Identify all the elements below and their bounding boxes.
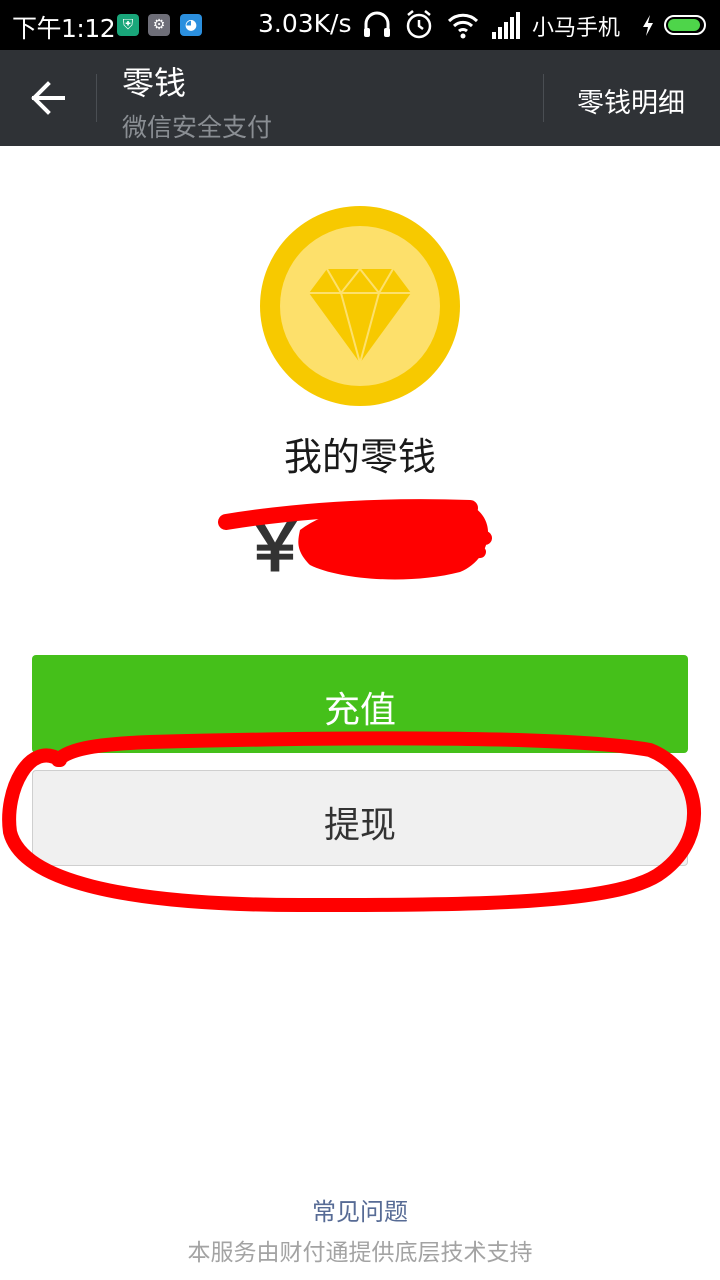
withdraw-button[interactable]: 提现: [32, 770, 688, 866]
back-button[interactable]: [0, 50, 96, 146]
battery-icon: [664, 15, 706, 35]
headset-icon: [364, 11, 390, 37]
carrier-name: 小马手机: [532, 16, 621, 41]
status-bar: 下午1:12 ⛨ ⚙ ◕ 3.03K/s 小马手机: [0, 0, 720, 50]
shield-app-icon: ⛨: [117, 14, 139, 36]
wallet-heading: 我的零钱: [283, 435, 436, 479]
balance-amount: ￥: [240, 490, 310, 591]
action-bar-divider: [543, 74, 544, 122]
status-time: 下午1:12: [12, 14, 116, 43]
currency-symbol: ￥: [240, 505, 310, 587]
usb-debug-icon: ⚙: [148, 14, 170, 36]
recharge-button[interactable]: 充值: [32, 655, 688, 753]
action-bar: 零钱 微信安全支付 零钱明细: [0, 50, 720, 146]
annotation-overlay: [2, 499, 702, 913]
wifi-icon: [447, 13, 479, 39]
change-details-button[interactable]: 零钱明细: [545, 50, 720, 146]
page-subtitle: 微信安全支付: [122, 113, 273, 142]
back-arrow-icon: [31, 81, 65, 115]
withdraw-label: 提现: [323, 805, 396, 846]
signal-icon: [492, 12, 520, 39]
service-provider-note: 本服务由财付通提供底层技术支持: [187, 1240, 533, 1266]
qq-app-icon: ◕: [180, 14, 202, 36]
battery-level: [668, 19, 701, 31]
change-details-label: 零钱明细: [577, 88, 685, 119]
action-bar-divider: [96, 74, 97, 122]
charging-icon: [643, 15, 653, 36]
diamond-coin-icon: [260, 206, 460, 406]
page-title: 零钱: [122, 64, 187, 102]
alarm-icon: [406, 10, 432, 39]
network-speed: 3.03K/s: [258, 9, 352, 38]
recharge-label: 充值: [323, 690, 396, 731]
faq-link[interactable]: 常见问题: [0, 1192, 720, 1227]
